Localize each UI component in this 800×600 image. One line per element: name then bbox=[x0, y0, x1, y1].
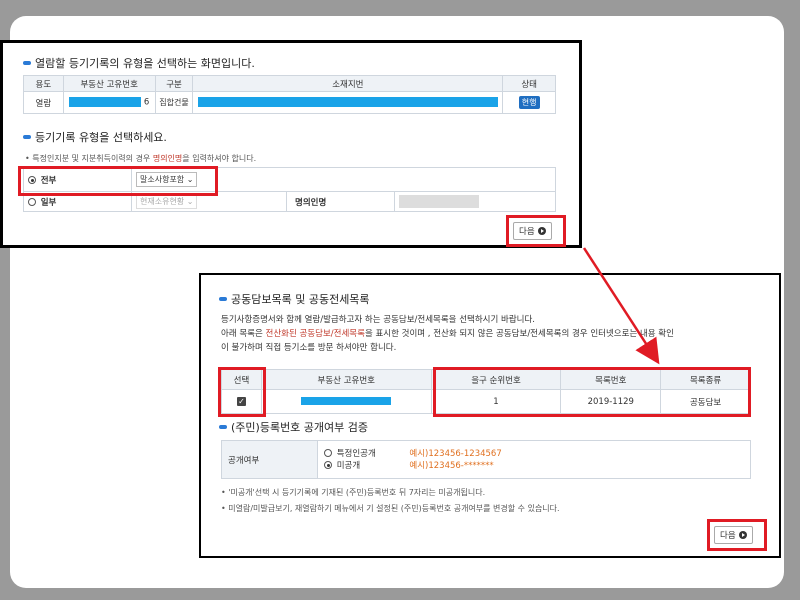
next-button[interactable]: 다음 bbox=[513, 222, 552, 240]
public-options-cell: 특정인공개 예시)123456-1234567 미공개 예시)123456-**… bbox=[317, 440, 751, 479]
cell-status: 현행 bbox=[502, 91, 556, 114]
next-button[interactable]: 다음 bbox=[714, 526, 753, 544]
owner-name-cell bbox=[394, 191, 556, 212]
table-row: 열람 6 집합건물 현행 bbox=[23, 91, 556, 114]
chevron-down-icon: ⌄ bbox=[186, 197, 194, 206]
header-usage: 용도 bbox=[23, 75, 64, 92]
public-option-table: 공개여부 특정인공개 예시)123456-1234567 미공개 예시)1234… bbox=[221, 440, 751, 479]
highlight-all-option bbox=[18, 166, 218, 196]
highlight-select-column bbox=[218, 367, 266, 417]
radio-part[interactable] bbox=[28, 198, 36, 206]
play-circle-icon bbox=[537, 227, 546, 235]
panel2-description: 등기사항증명서와 함께 열람/발급하고자 하는 공동담보/전세목록을 선택하시기… bbox=[221, 315, 674, 353]
status-badge[interactable]: 현행 bbox=[518, 96, 540, 109]
play-circle-icon bbox=[738, 531, 747, 539]
bullet-icon bbox=[23, 135, 31, 139]
radio-not-public[interactable] bbox=[324, 461, 332, 469]
cell-address bbox=[192, 91, 504, 114]
panel2-section2-title: (주민)등록번호 공개여부 검증 bbox=[219, 419, 368, 435]
bullet-icon bbox=[219, 425, 227, 429]
owner-name-note: • 특정인지분 및 지분취득이력의 경우 명의인명을 입력하셔야 합니다. bbox=[25, 154, 257, 163]
public-label: 공개여부 bbox=[221, 440, 318, 479]
header-unique-number: 부동산 고유번호 bbox=[260, 369, 432, 390]
cell-unique-number: 6 bbox=[62, 91, 156, 114]
owner-name-input[interactable] bbox=[399, 195, 479, 208]
part-scope-select[interactable]: 현재소유현황 ⌄ bbox=[136, 194, 198, 209]
bullet-note-2: • 미열람/미발급보기, 재열람하기 메뉴에서 기 설정된 (주민)등록번호 공… bbox=[221, 504, 560, 513]
cell-unique-number bbox=[260, 389, 432, 414]
header-status: 상태 bbox=[502, 75, 556, 92]
bullet-icon bbox=[219, 297, 227, 301]
highlight-list-columns bbox=[433, 367, 751, 417]
property-table: 용도 부동산 고유번호 구분 소재지번 상태 열람 6 집합건물 현행 bbox=[23, 75, 556, 114]
radio-specific-public[interactable] bbox=[324, 449, 332, 457]
cell-category: 집합건물 bbox=[154, 91, 194, 114]
record-type-panel: 열람할 등기기록의 유형을 선택하는 화면입니다. 용도 부동산 고유번호 구분… bbox=[0, 40, 582, 248]
redacted-block bbox=[301, 397, 392, 405]
header-unique-number: 부동산 고유번호 bbox=[62, 75, 156, 92]
redacted-block bbox=[69, 97, 142, 108]
panel2-title: 공동담보목록 및 공동전세목록 bbox=[219, 291, 370, 307]
joint-collateral-panel: 공동담보목록 및 공동전세목록 등기사항증명서와 함께 열람/발급하고자 하는 … bbox=[199, 273, 781, 558]
header-category: 구분 bbox=[154, 75, 194, 92]
bullet-icon bbox=[23, 61, 31, 65]
header-address: 소재지번 bbox=[192, 75, 504, 92]
panel1-title: 열람할 등기기록의 유형을 선택하는 화면입니다. bbox=[23, 55, 255, 71]
owner-name-label: 명의인명 bbox=[286, 191, 395, 212]
redacted-block bbox=[197, 97, 498, 108]
bullet-note-1: • '미공개'선택 시 등기기록에 기재된 (주민)등록번호 뒤 7자리는 미공… bbox=[221, 488, 486, 497]
cell-usage: 열람 bbox=[23, 91, 64, 114]
panel1-section2-title: 등기기록 유형을 선택하세요. bbox=[23, 129, 167, 145]
